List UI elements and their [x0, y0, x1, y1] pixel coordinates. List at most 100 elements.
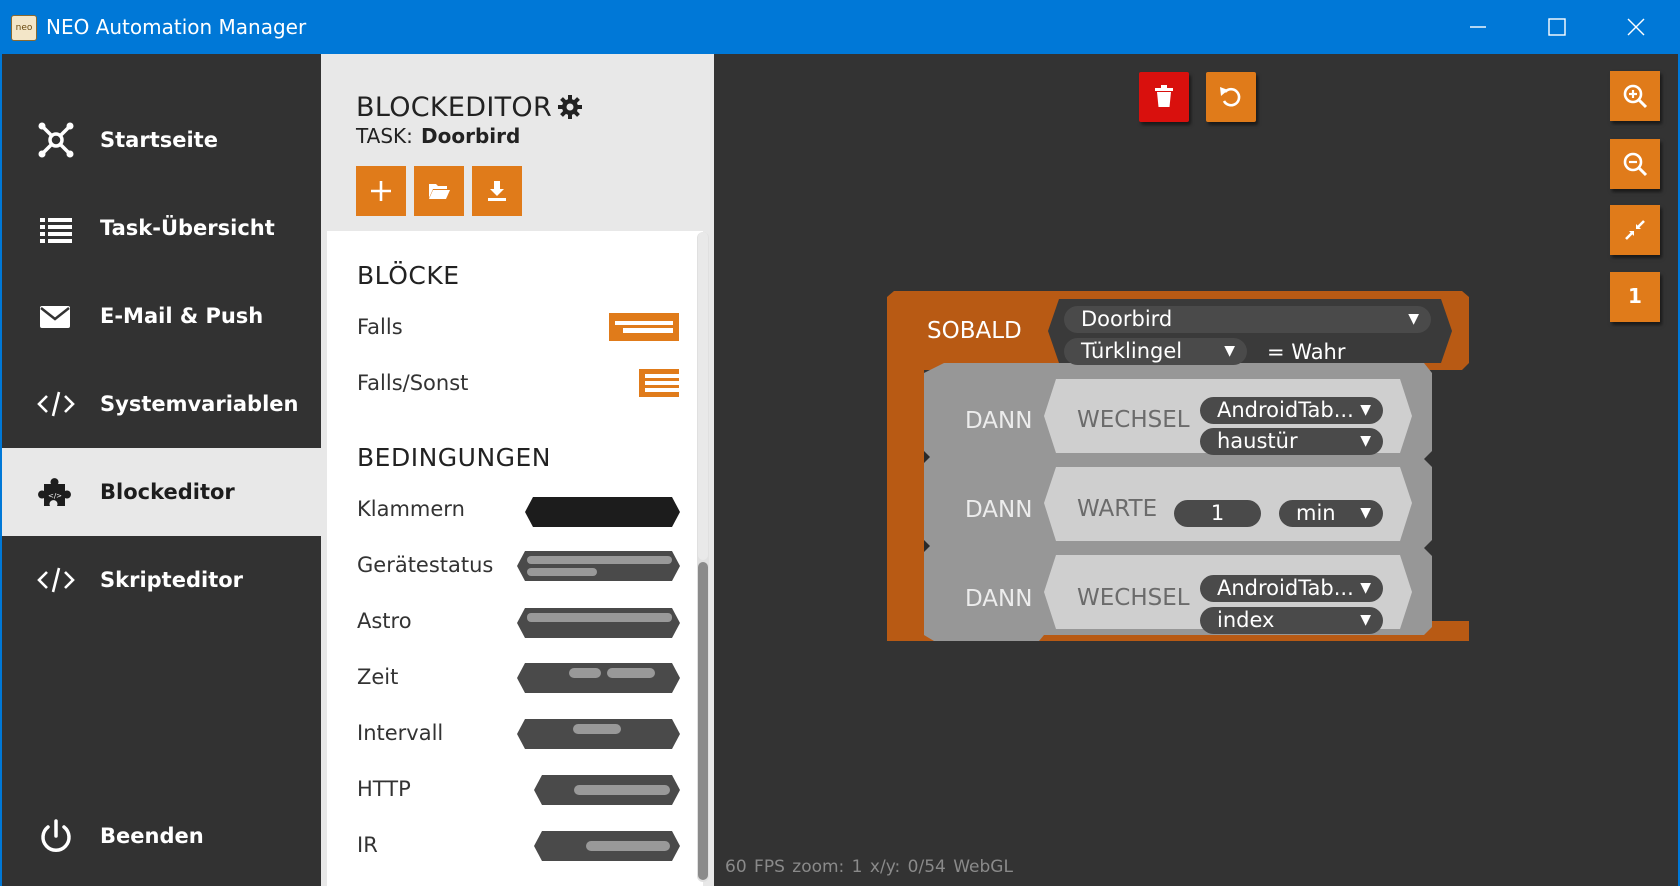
new-task-button[interactable] [356, 166, 406, 216]
code-icon [37, 391, 75, 417]
trash-icon [1155, 85, 1173, 107]
sidebar-item-email-push[interactable]: E-Mail & Push [2, 272, 321, 360]
action-1-type: WECHSEL [1077, 407, 1190, 433]
palette-item-zeit[interactable]: Zeit [357, 665, 398, 689]
network-icon [38, 122, 74, 158]
workspace-canvas[interactable]: 1 SOBALD Doorbird ▼ Türklingel ▼ = Wahr … [714, 54, 1678, 886]
plus-icon [371, 181, 391, 201]
scrollbar-thumb[interactable] [698, 562, 708, 880]
palette-item-intervall[interactable]: Intervall [357, 721, 443, 745]
action-3-device-dropdown[interactable]: AndroidTab... ▼ [1200, 575, 1383, 602]
sidebar-item-label: E-Mail & Push [100, 304, 264, 328]
conditions-heading: BEDINGUNGEN [357, 443, 552, 472]
astro-block-preview[interactable] [517, 608, 680, 638]
palette-scrollbar[interactable] [697, 232, 709, 882]
action-3-value-dropdown[interactable]: index ▼ [1200, 607, 1383, 634]
klammern-block-preview[interactable] [525, 497, 680, 527]
puzzle-icon: </> [38, 478, 71, 506]
wait-unit-dropdown[interactable]: min ▼ [1279, 500, 1383, 527]
blocks-heading: BLÖCKE [357, 261, 460, 290]
trigger-condition: = Wahr [1267, 340, 1346, 364]
folder-open-icon [429, 184, 450, 199]
code-icon [37, 567, 75, 593]
sidebar-item-label: Task-Übersicht [100, 216, 275, 240]
trigger-device-dropdown[interactable]: Doorbird ▼ [1064, 306, 1431, 333]
sidebar-item-label: Skripteditor [100, 568, 244, 592]
palette-item-http[interactable]: HTTP [357, 777, 411, 801]
scrollbar-track [698, 232, 708, 560]
action-1-device-dropdown[interactable]: AndroidTab... ▼ [1200, 397, 1383, 424]
quit-button[interactable]: Beenden [2, 792, 321, 880]
palette-item-geraetestatus[interactable]: Gerätestatus [357, 553, 493, 577]
ir-block-preview[interactable] [534, 831, 680, 861]
title-bar: neo NEO Automation Manager [0, 0, 1680, 54]
sidebar-item-label: Systemvariablen [100, 392, 299, 416]
palette-item-astro[interactable]: Astro [357, 609, 412, 633]
open-task-button[interactable] [414, 166, 464, 216]
fit-view-button[interactable] [1610, 205, 1660, 255]
list-icon [40, 218, 72, 243]
trigger-state-dropdown[interactable]: Türklingel ▼ [1064, 338, 1247, 365]
zoom-in-button[interactable] [1610, 71, 1660, 121]
chevron-down-icon: ▼ [1360, 433, 1371, 449]
action-2-type: WARTE [1077, 496, 1158, 522]
falls-block-preview[interactable] [609, 313, 679, 341]
zoom-level-badge: 1 [1628, 284, 1642, 308]
geraetestatus-block-preview[interactable] [517, 551, 680, 581]
action-3-label: DANN [965, 586, 1033, 612]
undo-button[interactable] [1206, 72, 1256, 122]
app-logo-icon: neo [11, 15, 37, 41]
sidebar: Startseite Task-Übersicht E-Mail & Push … [2, 54, 321, 886]
quit-label: Beenden [100, 824, 204, 848]
sidebar-item-systemvariablen[interactable]: Systemvariablen [2, 360, 321, 448]
chevron-down-icon: ▼ [1360, 580, 1371, 596]
svg-text:</>: </> [48, 492, 62, 500]
status-bar: 60 FPS zoom: 1 x/y: 0/54 WebGL [725, 857, 1013, 877]
compress-icon [1625, 220, 1645, 240]
action-1-label: DANN [965, 408, 1033, 434]
intervall-block-preview[interactable] [517, 719, 680, 749]
sidebar-item-label: Blockeditor [100, 480, 235, 504]
palette-item-falls[interactable]: Falls [357, 315, 403, 339]
sidebar-item-startseite[interactable]: Startseite [2, 96, 321, 184]
sidebar-item-blockeditor[interactable]: </> Blockeditor [2, 448, 321, 536]
download-task-button[interactable] [472, 166, 522, 216]
action-3-type: WECHSEL [1077, 585, 1190, 611]
maximize-button[interactable] [1518, 0, 1596, 54]
palette-item-ir[interactable]: IR [357, 833, 378, 857]
chevron-down-icon: ▼ [1408, 311, 1419, 327]
trigger-device-value: Doorbird [1081, 307, 1173, 331]
close-button[interactable] [1597, 0, 1675, 54]
maximize-icon [1548, 18, 1566, 36]
envelope-icon [40, 306, 70, 328]
gear-icon[interactable] [557, 94, 583, 120]
sidebar-item-label: Startseite [100, 128, 218, 152]
action-3-value: index [1217, 608, 1275, 632]
zoom-in-icon [1623, 84, 1648, 109]
status-xy: x/y: 0/54 [869, 857, 946, 877]
zoom-reset-button[interactable]: 1 [1610, 272, 1660, 322]
status-renderer: WebGL [953, 857, 1013, 877]
action-1-value-dropdown[interactable]: haustür ▼ [1200, 428, 1383, 455]
delete-button[interactable] [1139, 72, 1189, 122]
zoom-out-button[interactable] [1610, 139, 1660, 189]
chevron-down-icon: ▼ [1224, 343, 1235, 359]
wait-amount-field[interactable]: 1 [1174, 500, 1261, 527]
status-zoom: zoom: 1 [792, 857, 863, 877]
falls-sonst-block-preview[interactable] [639, 369, 679, 397]
http-block-preview[interactable] [534, 775, 680, 805]
block-palette: BLÖCKE Falls Falls/Sonst BEDINGUNGEN Kla… [327, 231, 703, 886]
trigger-label: SOBALD [927, 318, 1022, 344]
action-1-device-value: AndroidTab... [1217, 398, 1354, 422]
sidebar-item-skripteditor[interactable]: Skripteditor [2, 536, 321, 624]
app-window: neo NEO Automation Manager Startseite Ta… [0, 0, 1680, 886]
window-title: NEO Automation Manager [46, 15, 307, 39]
palette-item-klammern[interactable]: Klammern [357, 497, 465, 521]
sidebar-item-task-uebersicht[interactable]: Task-Übersicht [2, 184, 321, 272]
minimize-button[interactable] [1439, 0, 1517, 54]
chevron-down-icon: ▼ [1360, 505, 1371, 521]
palette-item-falls-sonst[interactable]: Falls/Sonst [357, 371, 468, 395]
zeit-block-preview[interactable] [517, 663, 680, 693]
close-icon [1627, 18, 1645, 36]
undo-icon [1220, 87, 1241, 107]
